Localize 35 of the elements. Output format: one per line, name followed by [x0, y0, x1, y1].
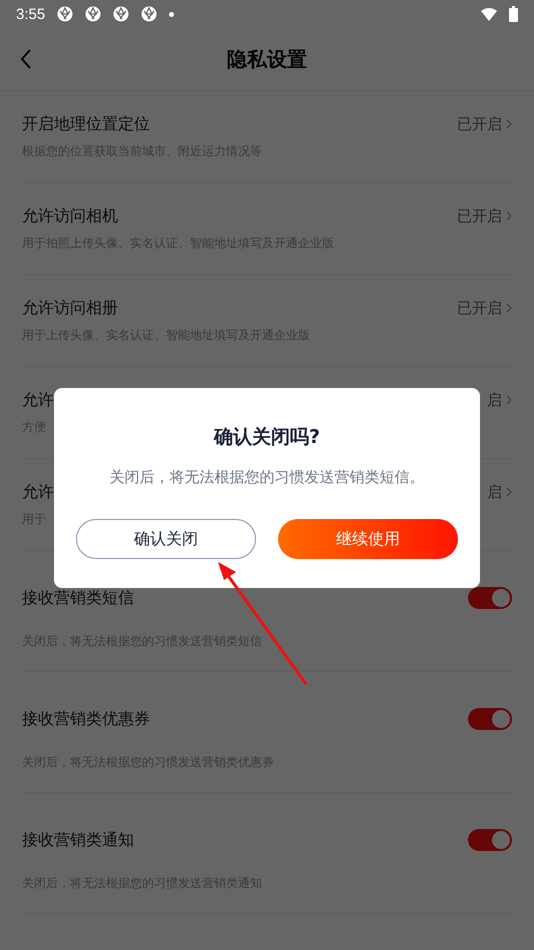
aperture-icon [113, 6, 130, 22]
aperture-icon [141, 6, 158, 22]
setting-status[interactable]: 启 [487, 482, 502, 502]
chevron-right-icon [506, 303, 512, 313]
dialog-title: 确认关闭吗? [214, 425, 320, 450]
setting-title: 允许访问相册 [22, 298, 118, 318]
battery-icon [509, 6, 518, 22]
chevron-right-icon [506, 395, 512, 405]
chevron-right-icon [506, 211, 512, 221]
setting-title: 接收营销类短信 [22, 588, 134, 608]
setting-status[interactable]: 已开启 [457, 206, 502, 226]
chevron-right-icon [506, 119, 512, 129]
setting-title: 允许 [22, 482, 54, 502]
dot-icon [169, 12, 174, 16]
aperture-icon [57, 6, 74, 22]
chevron-right-icon [506, 487, 512, 497]
setting-status[interactable]: 已开启 [457, 114, 502, 134]
wifi-icon [481, 8, 497, 20]
dialog-message: 关闭后，将无法根据您的习惯发送营销类短信。 [110, 468, 424, 487]
toggle-switch[interactable] [468, 587, 512, 609]
continue-button[interactable]: 继续使用 [278, 519, 458, 559]
page-title: 隐私设置 [227, 46, 307, 72]
status-time: 3:55 [16, 6, 46, 22]
confirm-button[interactable]: 确认关闭 [76, 519, 256, 559]
setting-title: 允许访问相机 [22, 206, 118, 226]
setting-title: 接收营销类通知 [22, 830, 134, 850]
setting-status[interactable]: 启 [487, 390, 502, 410]
setting-status[interactable]: 已开启 [457, 298, 502, 318]
setting-title: 开启地理位置定位 [22, 114, 150, 134]
back-icon[interactable] [20, 49, 32, 69]
aperture-icon [85, 6, 102, 22]
setting-title: 接收营销类优惠券 [22, 708, 150, 730]
setting-title: 允许 [22, 390, 54, 410]
toggle-switch[interactable] [468, 829, 512, 851]
toggle-switch[interactable] [468, 708, 512, 730]
